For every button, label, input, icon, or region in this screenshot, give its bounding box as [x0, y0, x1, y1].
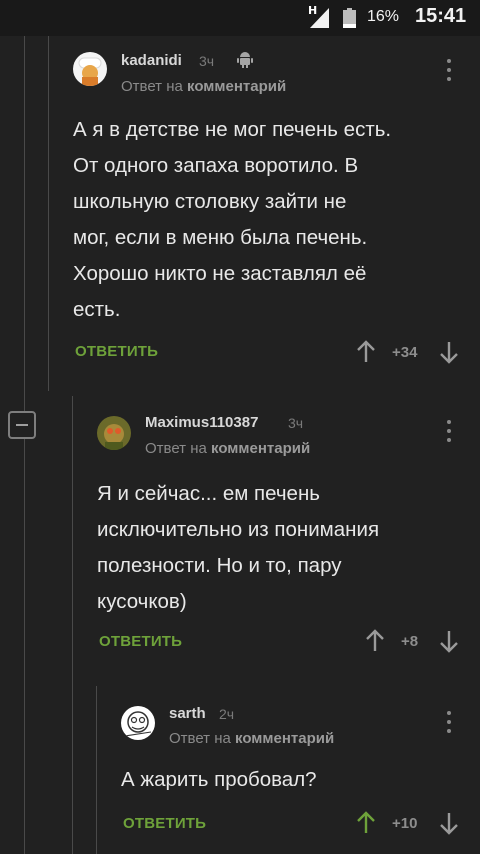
thread-line [96, 686, 97, 854]
username[interactable]: Maximus110387 [145, 414, 258, 431]
upvote-icon[interactable] [364, 629, 386, 653]
reply-button[interactable]: ОТВЕТИТЬ [75, 343, 158, 360]
reply-to-link[interactable]: комментарий [235, 730, 334, 747]
comment-text: Я и сейчас... ем печень исключительно из… [97, 482, 380, 613]
avatar[interactable] [73, 52, 107, 86]
comment-time: 3ч [199, 53, 215, 69]
more-options-icon[interactable] [446, 711, 452, 735]
rating: +8 [401, 633, 419, 650]
status-bar: H 16% 15:41 [0, 0, 480, 36]
clock: 15:41 [415, 5, 467, 27]
reply-to-link[interactable]: комментарий [187, 78, 286, 95]
thread-line [24, 36, 25, 854]
rating: +34 [392, 344, 418, 361]
reply-to-link[interactable]: комментарий [211, 440, 310, 457]
collapse-thread-button[interactable] [8, 411, 36, 439]
reply-to: Ответ на комментарий [169, 730, 335, 747]
avatar[interactable] [97, 416, 131, 450]
username[interactable]: kadanidi [121, 52, 182, 69]
battery-icon [343, 8, 356, 28]
comment-text: А жарить пробовал? [121, 768, 317, 791]
more-options-icon[interactable] [446, 420, 452, 444]
rating: +10 [392, 815, 418, 832]
reply-to: Ответ на комментарий [145, 440, 311, 457]
battery-percent: 16% [367, 8, 400, 25]
downvote-icon[interactable] [438, 340, 460, 364]
minus-icon [16, 424, 28, 426]
reply-button[interactable]: ОТВЕТИТЬ [99, 633, 182, 650]
signal-icon: H [308, 4, 330, 28]
comment-time: 3ч [288, 415, 304, 431]
upvote-icon[interactable] [355, 340, 377, 364]
reply-to: Ответ на комментарий [121, 78, 287, 95]
avatar[interactable] [121, 706, 155, 740]
upvote-icon[interactable] [355, 811, 377, 835]
more-options-icon[interactable] [446, 59, 452, 83]
downvote-icon[interactable] [438, 629, 460, 653]
comment-text: А я в детстве не мог печень есть. От одн… [73, 118, 392, 321]
thread-line [48, 36, 49, 391]
downvote-icon[interactable] [438, 811, 460, 835]
reply-button[interactable]: ОТВЕТИТЬ [123, 815, 206, 832]
android-icon [236, 50, 254, 73]
username[interactable]: sarth [169, 705, 206, 722]
comment-time: 2ч [219, 706, 235, 722]
thread-line [72, 396, 73, 854]
